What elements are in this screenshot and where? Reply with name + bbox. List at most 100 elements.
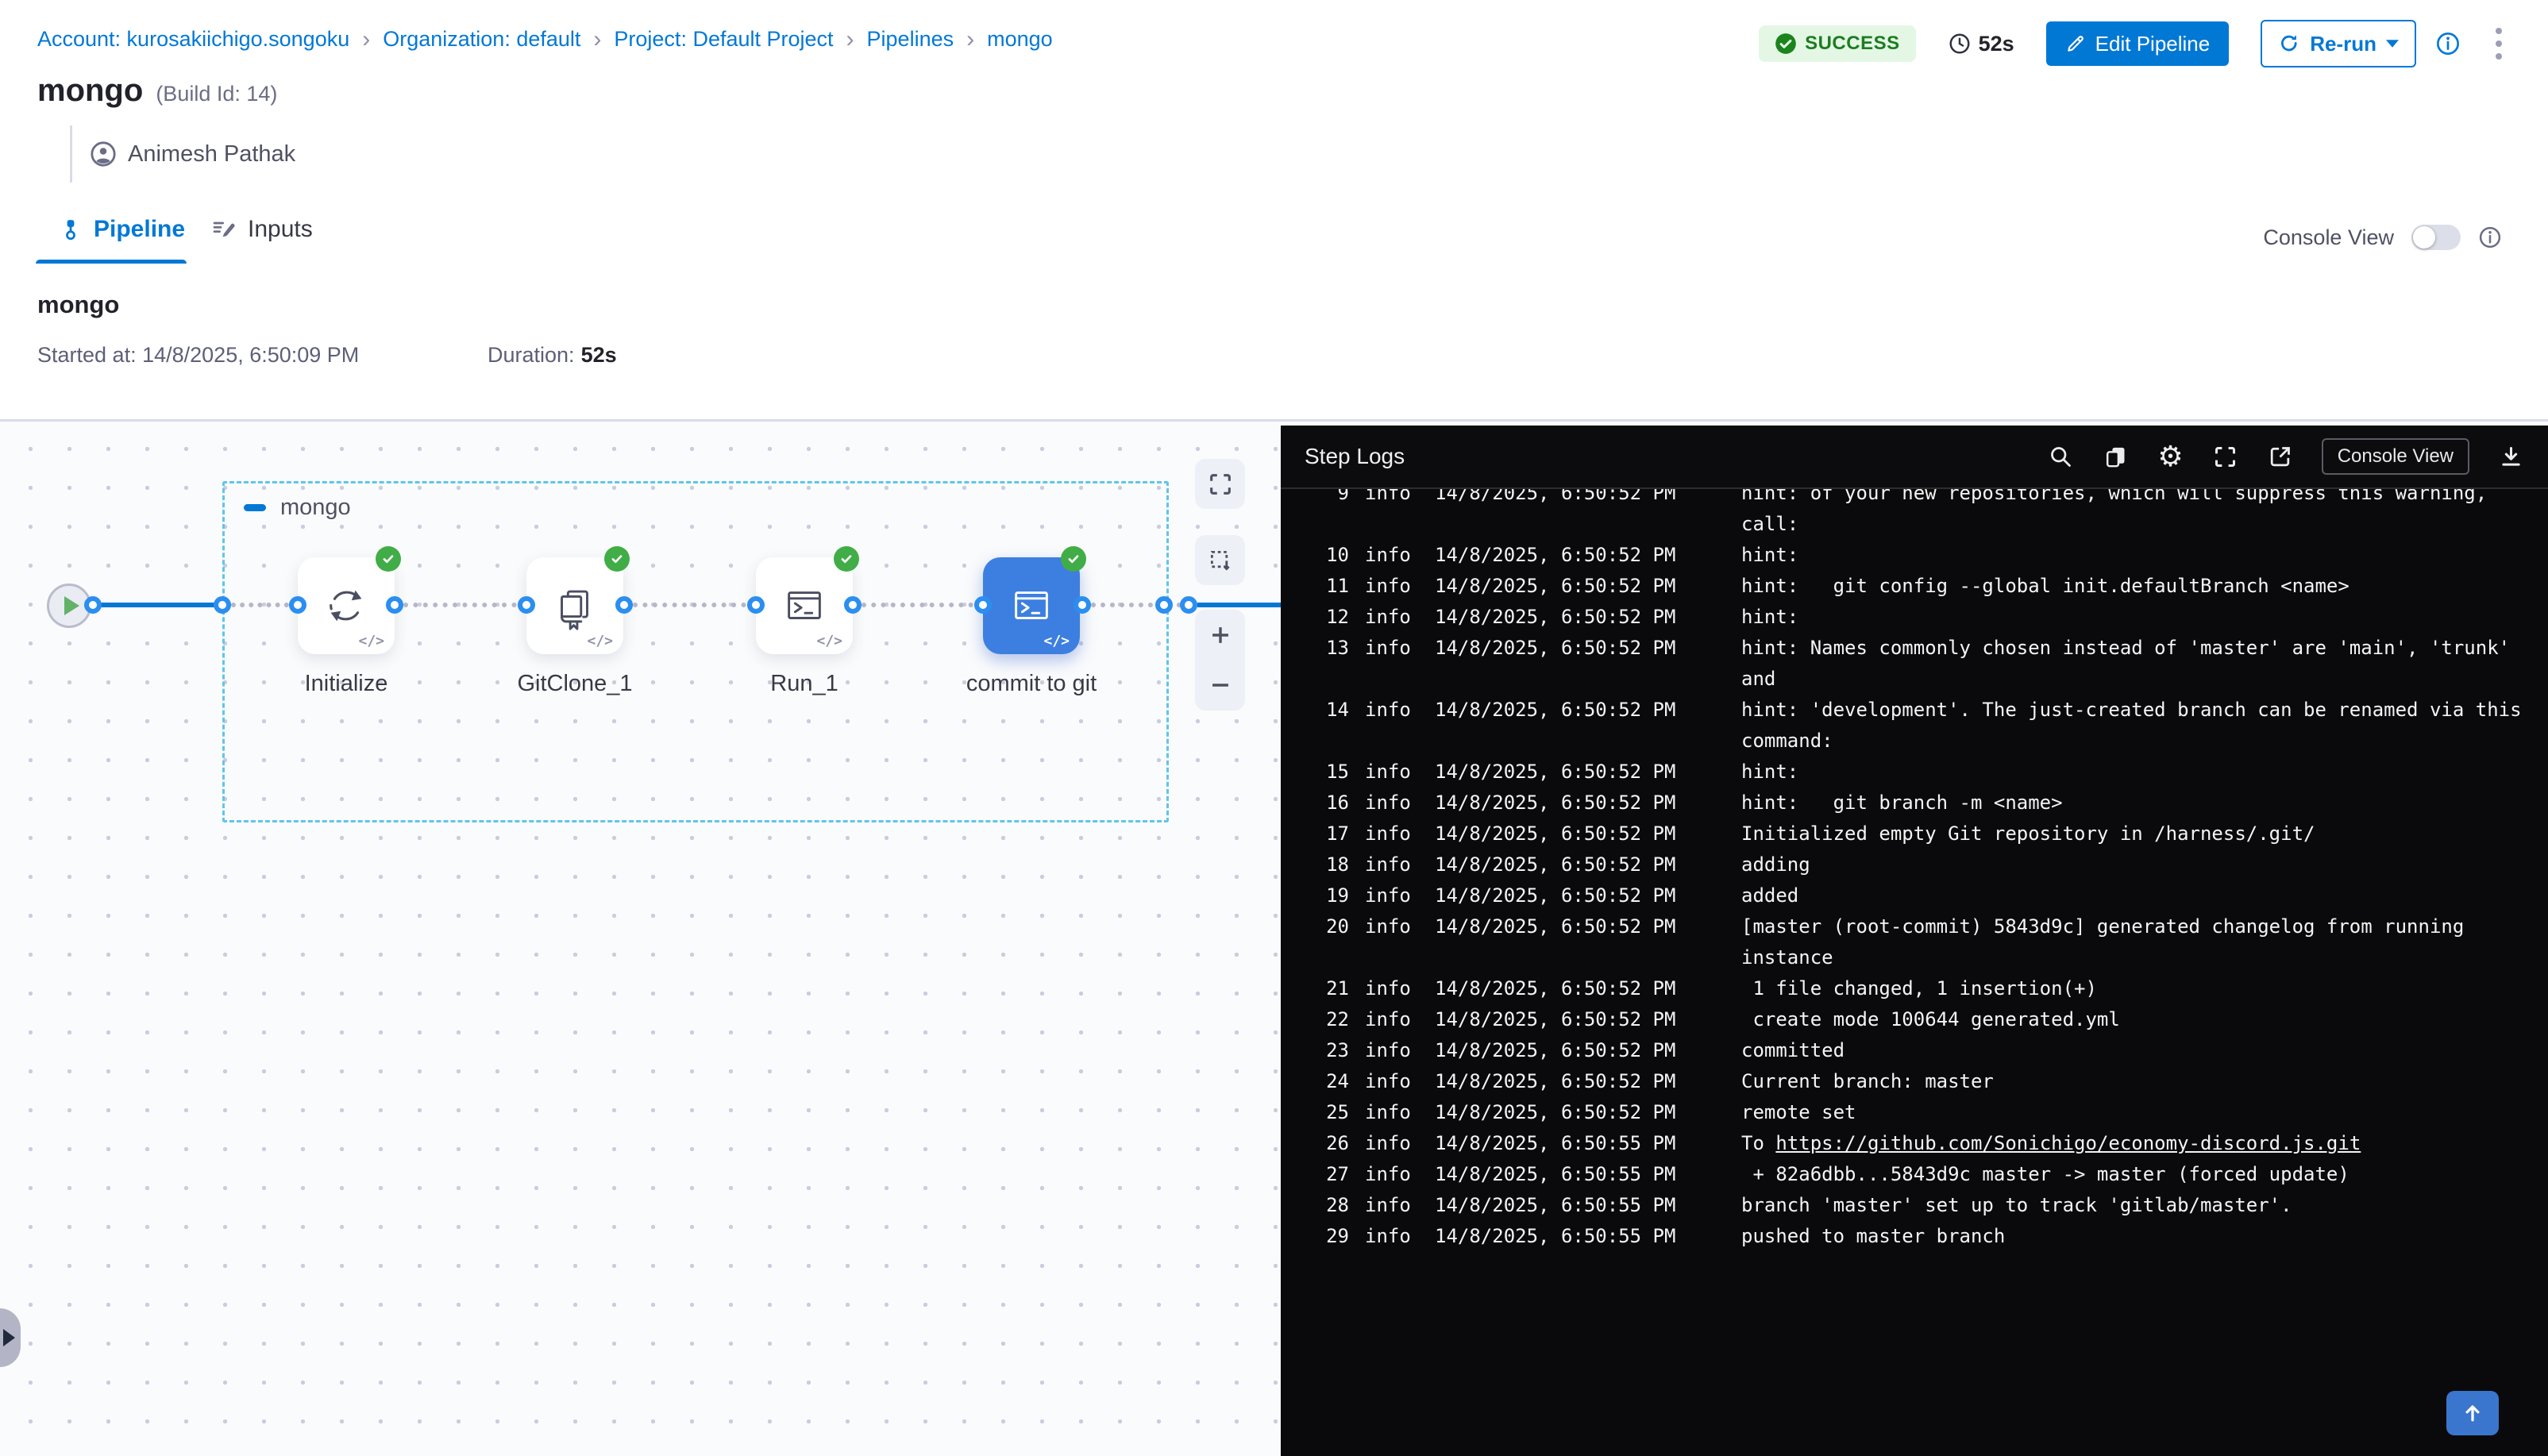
page-title: mongo (37, 73, 143, 109)
edit-pipeline-button[interactable]: Edit Pipeline (2046, 21, 2230, 66)
connector-dot (518, 596, 535, 614)
log-row: 16info14/8/2025, 6:50:52 PMhint: git bra… (1311, 788, 2532, 819)
log-timestamp: 14/8/2025, 6:50:55 PM (1435, 1128, 1689, 1159)
log-message: hint: Names commonly chosen instead of '… (1741, 633, 2532, 695)
step-node-initialize[interactable]: </> (298, 557, 395, 654)
log-line-number: 21 (1311, 973, 1349, 1004)
user-avatar-icon (90, 141, 117, 168)
log-level: info (1365, 880, 1417, 911)
canvas-fullscreen-button[interactable] (1195, 459, 1245, 509)
canvas-selection-button[interactable] (1195, 535, 1245, 585)
step-logs-panel: Step Logs ⚙ Console View 9info14/8/2025,… (1281, 426, 2548, 1456)
connector-line (231, 603, 298, 607)
download-icon[interactable] (2498, 444, 2524, 470)
step-node-gitclone-1[interactable]: </> (526, 557, 623, 654)
log-level: info (1365, 540, 1417, 571)
log-level: info (1365, 489, 1417, 509)
execution-duration: 52s (1948, 32, 2014, 56)
search-icon[interactable] (2048, 444, 2074, 470)
log-body[interactable]: 9info14/8/2025, 6:50:52 PMhint: of your … (1281, 489, 2548, 1456)
info-icon[interactable] (2478, 225, 2502, 249)
log-line-number: 27 (1311, 1159, 1349, 1190)
log-timestamp: 14/8/2025, 6:50:52 PM (1435, 633, 1689, 664)
terminal-icon (780, 581, 829, 630)
zoom-out-icon[interactable] (1207, 672, 1234, 699)
log-message: remote set (1741, 1097, 2532, 1128)
breadcrumb-item[interactable]: mongo (987, 27, 1053, 52)
step-node-commit-to-git[interactable]: </> (983, 557, 1080, 654)
log-line-number: 20 (1311, 911, 1349, 942)
log-message: hint: 'development'. The just-created br… (1741, 695, 2532, 757)
log-message: hint: of your new repositories, which wi… (1741, 489, 2532, 540)
step-success-check-icon (604, 546, 630, 572)
log-row: 25info14/8/2025, 6:50:52 PMremote set (1311, 1097, 2532, 1128)
stage-collapse-control[interactable]: mongo (244, 495, 351, 521)
log-line-number: 16 (1311, 788, 1349, 819)
tab-inputs[interactable]: Inputs (211, 216, 313, 243)
info-icon[interactable] (2435, 31, 2461, 56)
log-row: 23info14/8/2025, 6:50:52 PMcommitted (1311, 1035, 2532, 1066)
log-message: pushed to master branch (1741, 1221, 2532, 1252)
console-view-button[interactable]: Console View (2322, 438, 2469, 475)
log-message: 1 file changed, 1 insertion(+) (1741, 973, 2532, 1004)
status-badge: SUCCESS (1759, 25, 1916, 62)
connector-dot (1155, 596, 1173, 614)
code-glyph: </> (1043, 633, 1070, 649)
step-success-check-icon (834, 546, 859, 572)
log-message: hint: (1741, 602, 2532, 633)
log-toolbar: ⚙ Console View (2048, 438, 2524, 475)
console-view-toggle[interactable] (2411, 225, 2461, 250)
breadcrumb-item[interactable]: Project: Default Project (614, 27, 833, 52)
log-timestamp: 14/8/2025, 6:50:52 PM (1435, 602, 1689, 633)
log-level: info (1365, 819, 1417, 849)
log-row: 19info14/8/2025, 6:50:52 PMadded (1311, 880, 2532, 911)
log-level: info (1365, 973, 1417, 1004)
breadcrumb: Account: kurosakiichigo.songoku›Organiza… (37, 27, 1053, 52)
tab-bar: Pipeline Inputs Console View (0, 211, 2548, 266)
pipeline-execution-page: Account: kurosakiichigo.songoku›Organiza… (0, 0, 2548, 1456)
log-level: info (1365, 1221, 1417, 1252)
log-timestamp: 14/8/2025, 6:50:52 PM (1435, 1097, 1689, 1128)
breadcrumb-item[interactable]: Organization: default (383, 27, 580, 52)
log-timestamp: 14/8/2025, 6:50:55 PM (1435, 1221, 1689, 1252)
log-row: 13info14/8/2025, 6:50:52 PMhint: Names c… (1311, 633, 2532, 695)
collapse-minus-icon[interactable] (244, 504, 266, 511)
connector-dot (747, 596, 765, 614)
settings-gear-icon[interactable]: ⚙ (2157, 444, 2183, 470)
log-line-number: 29 (1311, 1221, 1349, 1252)
log-line-number: 22 (1311, 1004, 1349, 1035)
open-in-new-icon[interactable] (2267, 444, 2293, 470)
copy-icon[interactable] (2103, 444, 2129, 470)
log-message: branch 'master' set up to track 'gitlab/… (1741, 1190, 2532, 1221)
log-timestamp: 14/8/2025, 6:50:52 PM (1435, 819, 1689, 849)
zoom-in-icon[interactable] (1207, 622, 1234, 649)
log-message: Initialized empty Git repository in /har… (1741, 819, 2532, 849)
log-timestamp: 14/8/2025, 6:50:52 PM (1435, 571, 1689, 602)
selection-box-icon (1207, 547, 1234, 574)
log-link[interactable]: https://github.com/Sonichigo/economy-dis… (1775, 1132, 2361, 1154)
log-level: info (1365, 1035, 1417, 1066)
inputs-icon (211, 217, 237, 242)
log-timestamp: 14/8/2025, 6:50:55 PM (1435, 1190, 1689, 1221)
log-line-number: 28 (1311, 1190, 1349, 1221)
expand-panel-handle[interactable] (0, 1308, 21, 1367)
scroll-to-top-button[interactable] (2446, 1391, 2499, 1435)
expand-icon[interactable] (2212, 444, 2238, 470)
log-level: info (1365, 571, 1417, 602)
rerun-button[interactable]: Re-run (2261, 20, 2416, 67)
connector-dot (1180, 596, 1197, 614)
breadcrumb-item[interactable]: Pipelines (867, 27, 954, 52)
breadcrumb-item[interactable]: Account: kurosakiichigo.songoku (37, 27, 349, 52)
log-timestamp: 14/8/2025, 6:50:52 PM (1435, 911, 1689, 942)
step-success-check-icon (1061, 546, 1086, 572)
tab-pipeline[interactable]: Pipeline (59, 216, 185, 243)
more-options-menu-icon[interactable] (2496, 28, 2502, 60)
log-level: info (1365, 1004, 1417, 1035)
log-level: info (1365, 757, 1417, 788)
log-row: 28info14/8/2025, 6:50:55 PMbranch 'maste… (1311, 1190, 2532, 1221)
log-line-number: 12 (1311, 602, 1349, 633)
log-timestamp: 14/8/2025, 6:50:52 PM (1435, 757, 1689, 788)
connector-dot (844, 596, 862, 614)
step-node-run-1[interactable]: </> (756, 557, 853, 654)
canvas-zoom-controls (1195, 610, 1245, 711)
